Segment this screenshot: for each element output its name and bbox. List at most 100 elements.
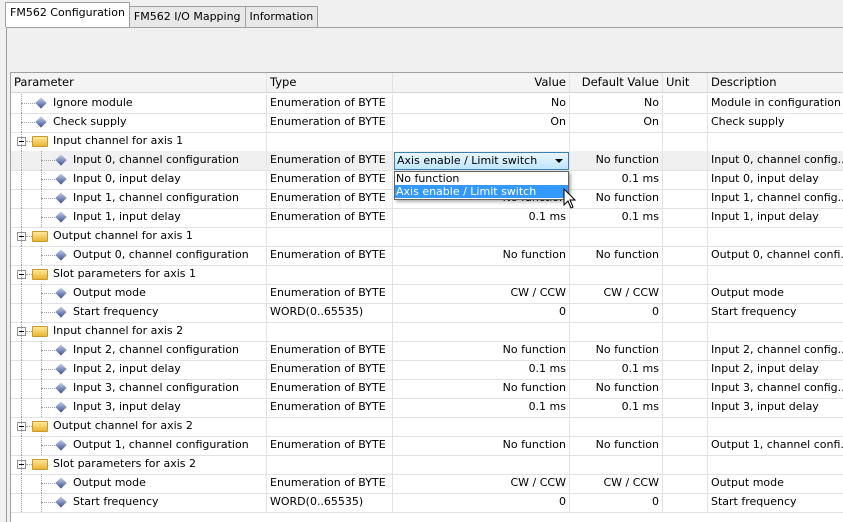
value-cell[interactable]: 0.1 ms (393, 398, 570, 417)
column-header-description[interactable]: Description (708, 73, 843, 92)
value-cell[interactable] (393, 322, 570, 341)
dropdown-option-axis-enable-limit-switch[interactable]: Axis enable / Limit switch (395, 185, 568, 198)
folder-icon (32, 231, 48, 242)
value-dropdown[interactable]: Axis enable / Limit switch (394, 152, 569, 170)
parameter-icon (35, 116, 47, 128)
tree-line (41, 502, 55, 503)
table-row[interactable]: Output mode Enumeration of BYTE CW / CCW CW… (11, 284, 843, 304)
unit-cell (663, 379, 708, 398)
description-cell: Input 2, channel config... (708, 341, 843, 360)
dropdown-option-no-function[interactable]: No function (395, 172, 568, 185)
group-row[interactable]: Output channel for axis 1 (11, 227, 843, 247)
table-row[interactable]: Input 3, channel configuration Enumeratio… (11, 379, 843, 399)
value-cell[interactable] (393, 265, 570, 284)
folder-icon (32, 421, 48, 432)
value-cell[interactable] (393, 455, 570, 474)
unit-cell (663, 113, 708, 132)
type-cell (267, 322, 393, 341)
default-value-cell: 0.1 ms (570, 208, 663, 227)
tree-line (21, 303, 22, 322)
table-row[interactable]: Output mode Enumeration of BYTE CW / CCW CW… (11, 474, 843, 494)
value-cell[interactable]: 0.1 ms (393, 360, 570, 379)
table-row[interactable]: Output 1, channel configuration Enumerati… (11, 436, 843, 456)
unit-cell (663, 246, 708, 265)
type-cell: Enumeration of BYTE (267, 94, 393, 113)
table-row[interactable]: Check supply Enumeration of BYTE On On Check… (11, 113, 843, 133)
tree-line (21, 417, 22, 436)
unit-cell (663, 132, 708, 151)
unit-cell (663, 398, 708, 417)
group-row[interactable]: Input channel for axis 1 (11, 132, 843, 152)
default-value-cell: CW / CCW (570, 474, 663, 493)
value-cell[interactable]: 0 (393, 493, 570, 512)
parameter-icon (55, 439, 67, 451)
unit-cell (663, 265, 708, 284)
value-cell[interactable]: No function (393, 246, 570, 265)
value-cell[interactable]: No (393, 94, 570, 113)
column-header-unit[interactable]: Unit (663, 73, 708, 92)
default-value-cell: No function (570, 436, 663, 455)
value-cell[interactable]: 0.1 ms (393, 208, 570, 227)
parameter-name: Check supply (53, 115, 127, 128)
description-cell (708, 227, 843, 246)
tree-line (21, 265, 22, 284)
parameter-cell: Output channel for axis 2 (11, 417, 267, 436)
value-cell[interactable]: 0 (393, 303, 570, 322)
column-header-value[interactable]: Value (393, 73, 570, 92)
description-cell: Input 0, input delay (708, 170, 843, 189)
parameter-name: Input 3, channel configuration (73, 381, 239, 394)
unit-cell (663, 189, 708, 208)
type-cell: Enumeration of BYTE (267, 208, 393, 227)
type-cell: Enumeration of BYTE (267, 474, 393, 493)
tab-information[interactable]: Information (244, 6, 319, 27)
value-cell[interactable]: No function (393, 341, 570, 360)
value-cell[interactable]: No function (393, 379, 570, 398)
group-row[interactable]: Slot parameters for axis 1 (11, 265, 843, 285)
tree-line (41, 217, 55, 218)
tree-line (21, 341, 22, 360)
group-row[interactable]: Slot parameters for axis 2 (11, 455, 843, 475)
column-header-parameter[interactable]: Parameter (11, 73, 267, 92)
type-cell: Enumeration of BYTE (267, 436, 393, 455)
parameter-cell: Input channel for axis 2 (11, 322, 267, 341)
value-cell[interactable] (393, 227, 570, 246)
table-row[interactable]: Input 2, input delay Enumeration of BYTE 0… (11, 360, 843, 380)
parameter-icon (55, 344, 67, 356)
tab-fm562-configuration[interactable]: FM562 Configuration (5, 2, 130, 27)
chevron-down-icon[interactable] (555, 159, 563, 163)
description-cell: Output mode (708, 284, 843, 303)
type-cell (267, 417, 393, 436)
tree-line (41, 160, 55, 161)
type-cell: Enumeration of BYTE (267, 246, 393, 265)
table-row[interactable]: Input 1, input delay Enumeration of BYTE 0… (11, 208, 843, 228)
type-cell: Enumeration of BYTE (267, 360, 393, 379)
parameter-cell: Check supply (11, 113, 267, 132)
tree-line (41, 350, 55, 351)
column-header-type[interactable]: Type (267, 73, 393, 92)
value-cell[interactable] (393, 132, 570, 151)
table-row[interactable]: Start frequency WORD(0..65535) 0 0 Start fre… (11, 493, 843, 513)
type-cell: Enumeration of BYTE (267, 170, 393, 189)
table-row[interactable]: Input 3, input delay Enumeration of BYTE 0… (11, 398, 843, 418)
parameter-name: Input 2, channel configuration (73, 343, 239, 356)
default-value-cell: No (570, 94, 663, 113)
tab-fm562-io-mapping[interactable]: FM562 I/O Mapping (128, 6, 246, 27)
default-value-cell: No function (570, 341, 663, 360)
table-row[interactable]: Ignore module Enumeration of BYTE No No Modu… (11, 94, 843, 114)
value-cell[interactable]: CW / CCW (393, 284, 570, 303)
group-name: Input channel for axis 2 (53, 324, 184, 337)
value-cell[interactable] (393, 417, 570, 436)
type-cell: Enumeration of BYTE (267, 113, 393, 132)
value-cell[interactable]: CW / CCW (393, 474, 570, 493)
group-row[interactable]: Output channel for axis 2 (11, 417, 843, 437)
table-row[interactable]: Start frequency WORD(0..65535) 0 0 Start fre… (11, 303, 843, 323)
parameter-icon (55, 401, 67, 413)
table-row[interactable]: Output 0, channel configuration Enumerati… (11, 246, 843, 266)
value-cell[interactable]: No function (393, 436, 570, 455)
column-header-default-value[interactable]: Default Value (570, 73, 663, 92)
group-row[interactable]: Input channel for axis 2 (11, 322, 843, 342)
default-value-cell: 0.1 ms (570, 170, 663, 189)
table-row[interactable]: Input 2, channel configuration Enumeratio… (11, 341, 843, 361)
value-cell[interactable]: On (393, 113, 570, 132)
folder-icon (32, 136, 48, 147)
